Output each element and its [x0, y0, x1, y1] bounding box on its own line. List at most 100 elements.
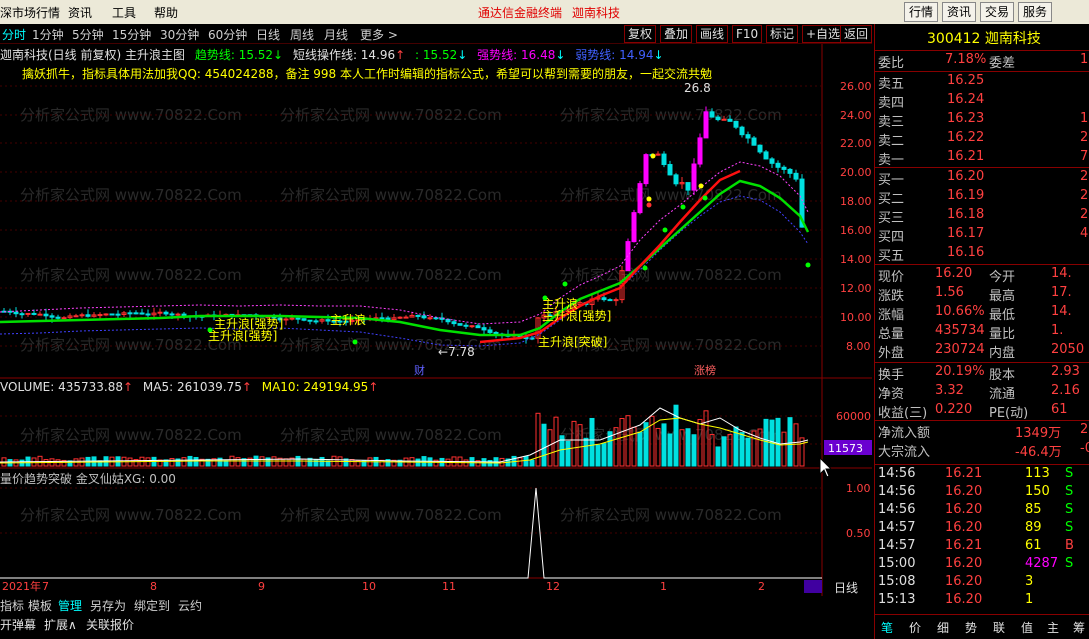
row-price: 16.24 — [947, 92, 985, 107]
tab-bind-to[interactable]: 绑定到 — [134, 597, 170, 614]
tab-trend[interactable]: 势 — [965, 619, 977, 636]
low-price-marker: ←7.78 — [438, 345, 475, 359]
volume-bar — [565, 440, 571, 467]
volume-bar — [793, 423, 799, 467]
top-btn-service[interactable]: 服务 — [1018, 2, 1053, 22]
watermark-text: 分析家公式网 www.70822.Com — [560, 506, 782, 524]
candle-body — [691, 163, 697, 191]
candle-body — [643, 154, 649, 185]
quote-row: 净资 3.32 流通 2.16 — [878, 383, 1080, 402]
tab-save-as[interactable]: 另存为 — [90, 597, 126, 614]
row-label: 买四 — [878, 230, 905, 245]
volume-ma5-value: MA5: 261039.75 — [142, 380, 242, 394]
top-btn-quote[interactable]: 行情 — [904, 2, 939, 22]
tab-manage[interactable]: 管理 — [58, 597, 82, 614]
svg-text:2021年: 2021年 — [2, 579, 41, 593]
row-price: 16.19 — [947, 188, 985, 203]
row-label: 卖四 — [878, 96, 905, 111]
volume-bar — [589, 417, 595, 467]
short-line-value: 短线操作线: 14.96 — [292, 48, 396, 62]
candle-body — [601, 297, 607, 301]
volume-bar — [301, 458, 307, 467]
tab-chips[interactable]: 筹 — [1073, 619, 1085, 636]
candle-body — [283, 318, 289, 321]
row-price: 16.17 — [947, 226, 985, 241]
top-btn-trade[interactable]: 交易 — [980, 2, 1015, 22]
price-tick: 24.00 — [840, 109, 872, 122]
row-volume: 2 — [1080, 207, 1089, 222]
candle-body — [97, 314, 103, 317]
trade-tick-row: 14:56 16.21 113 S — [878, 466, 1074, 481]
candle-body — [103, 313, 109, 316]
order-book-row[interactable]: 买四 16.17 4 — [875, 226, 1089, 245]
detail-tab-bar: 笔 价 细 势 联 值 主 筹 — [875, 614, 1089, 639]
row-label: 卖三 — [878, 115, 905, 130]
trade-tick-row: 14:57 16.21 61 B — [878, 538, 1074, 553]
order-ratio-row: 委比 7.18% 委差 1 — [878, 52, 1089, 71]
tab-indicator[interactable]: 指标 — [0, 597, 24, 614]
candle-body — [427, 317, 433, 320]
candle-body — [55, 316, 61, 319]
tab-price[interactable]: 价 — [909, 619, 921, 636]
row-price: 16.16 — [947, 245, 985, 260]
tab-cloud[interactable]: 云约 — [178, 597, 202, 614]
trade-tick-row: 14:57 16.20 89 S — [878, 520, 1074, 535]
top-btn-info[interactable]: 资讯 — [942, 2, 977, 22]
watermark-text: 分析家公式网 www.70822.Com — [280, 506, 502, 524]
order-book-row[interactable]: 卖一 16.21 7 — [875, 149, 1089, 168]
quote-row: 收益(三) 0.220 PE(动) 61 — [878, 402, 1068, 421]
tab-template[interactable]: 模板 — [28, 597, 52, 614]
volume-bar — [739, 432, 745, 467]
row-label: 卖五 — [878, 77, 905, 92]
trade-tick-row: 15:00 16.20 4287 S — [878, 556, 1074, 571]
price-tick: 16.00 — [840, 224, 872, 237]
candle-body — [385, 317, 391, 321]
chart-notice: 擒妖抓牛，指标具体用法加我QQ: 454024288，备注 998 本人工作时编… — [22, 67, 712, 81]
indicator-tick: 1.00 — [846, 482, 871, 495]
row-price: 16.21 — [947, 149, 985, 164]
candle-body — [157, 311, 163, 314]
trend-line-value: 趋势线: 15.52 — [194, 48, 274, 62]
candle-body — [73, 315, 79, 318]
candle-body — [475, 325, 481, 329]
row-price: 16.18 — [947, 207, 985, 222]
period-label[interactable]: 日线 — [834, 581, 858, 595]
event-limit-up-tag[interactable]: 涨榜 — [694, 363, 716, 377]
status-bar: 开弹幕 扩展∧ 关联报价 — [0, 614, 872, 639]
order-book-row[interactable]: 买三 16.18 2 — [875, 207, 1089, 226]
order-book-row[interactable]: 卖五 16.25 — [875, 73, 1089, 92]
candle-body — [457, 323, 463, 326]
order-book-row[interactable]: 买一 16.20 2 — [875, 169, 1089, 188]
related-quote-button[interactable]: 关联报价 — [86, 616, 134, 633]
row-label: 卖一 — [878, 153, 905, 168]
candle-body — [49, 315, 55, 318]
price-tick: 8.00 — [846, 340, 871, 353]
fund-flow-row: 大宗流入 -46.4万 -0 — [878, 441, 1089, 460]
danmaku-toggle[interactable]: 开弹幕 — [0, 616, 36, 633]
order-book-row[interactable]: 卖四 16.24 — [875, 92, 1089, 111]
candle-body — [781, 166, 787, 170]
volume-bar — [523, 455, 529, 467]
chart-area[interactable]: 分析家公式网 www.70822.Com 分析家公式网 www.70822.Co… — [0, 0, 872, 596]
tab-value[interactable]: 值 — [1021, 619, 1033, 636]
candle-body — [175, 313, 181, 316]
tab-related[interactable]: 联 — [993, 619, 1005, 636]
order-book-row[interactable]: 卖三 16.23 1 — [875, 111, 1089, 130]
volume-bar — [691, 434, 697, 467]
volume-header: VOLUME: 435733.88↑ MA5: 261039.75↑ MA10:… — [0, 380, 379, 394]
tab-trades[interactable]: 笔 — [881, 619, 893, 636]
order-book-row[interactable]: 卖二 16.22 2 — [875, 130, 1089, 149]
candle-body — [307, 319, 313, 322]
candle-body — [163, 311, 169, 315]
event-finance-tag[interactable]: 财 — [414, 363, 425, 377]
tab-detail[interactable]: 细 — [937, 619, 949, 636]
candle-body — [613, 299, 619, 302]
candle-body — [721, 118, 727, 121]
tab-main[interactable]: 主 — [1047, 619, 1059, 636]
candle-body — [667, 164, 673, 176]
expand-button[interactable]: 扩展∧ — [44, 616, 77, 633]
date-axis: 2021年 7 8 9 10 11 12 1 2 — [0, 579, 822, 593]
order-book-row[interactable]: 买二 16.19 2 — [875, 188, 1089, 207]
order-book-row[interactable]: 买五 16.16 — [875, 245, 1089, 264]
price-tick: 14.00 — [840, 253, 872, 266]
